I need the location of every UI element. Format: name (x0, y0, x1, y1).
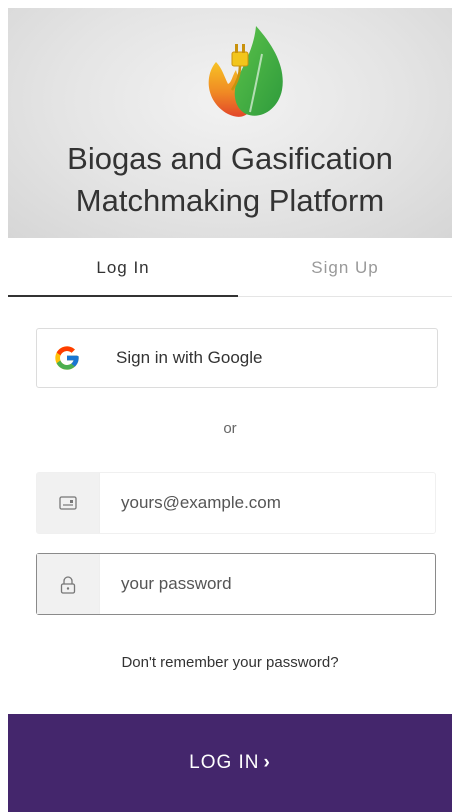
email-field (36, 472, 436, 534)
lock-icon (60, 576, 76, 594)
email-card-icon (59, 496, 77, 510)
email-icon-box (37, 473, 100, 533)
header-banner: Biogas and Gasification Matchmaking Plat… (8, 8, 452, 238)
google-sign-in-label: Sign in with Google (116, 348, 263, 367)
leaf-flame-plug-icon (208, 26, 283, 117)
password-field (36, 553, 436, 615)
google-icon (55, 346, 79, 370)
log-in-label: LOG IN (189, 752, 260, 773)
chevron-right-icon: › (263, 752, 271, 773)
app-title: Biogas and Gasification Matchmaking Plat… (67, 141, 393, 218)
google-sign-in-button[interactable]: Sign in with Google (36, 328, 438, 388)
or-divider: or (223, 420, 237, 437)
forgot-password-link[interactable]: Don't remember your password? (0, 654, 460, 671)
password-icon-box (37, 554, 100, 614)
log-in-button[interactable]: LOG IN › (8, 714, 452, 812)
auth-tabs: Log In Sign Up (8, 238, 452, 298)
password-input[interactable] (121, 554, 421, 614)
tab-log-in[interactable]: Log In (8, 238, 238, 298)
tab-sign-up[interactable]: Sign Up (238, 238, 452, 298)
email-input[interactable] (121, 473, 421, 533)
active-tab-indicator (8, 295, 238, 297)
